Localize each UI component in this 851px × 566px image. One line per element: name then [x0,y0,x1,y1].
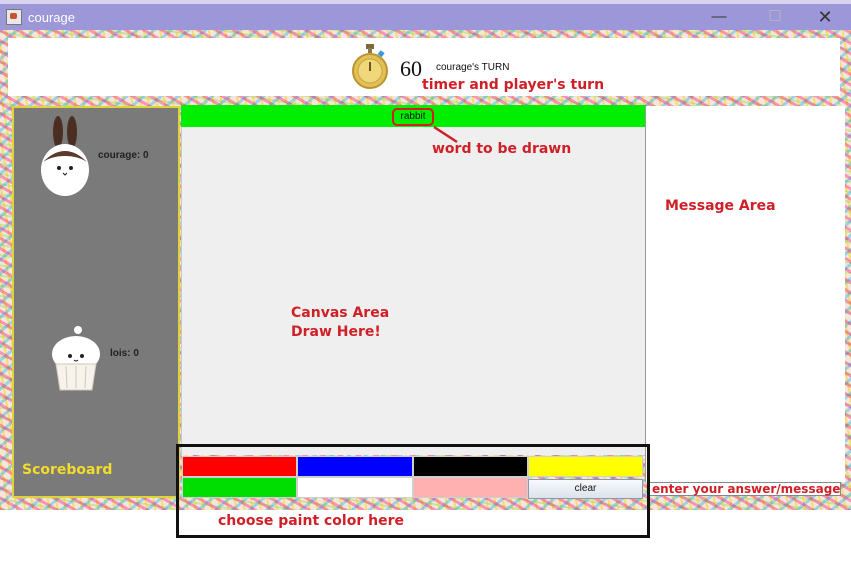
close-button[interactable]: ✕ [802,4,848,30]
word-to-draw: rabbit [392,108,434,126]
annotation-palette: choose paint color here [218,513,404,529]
rabbit-avatar [41,116,89,196]
maximize-button[interactable]: ☐ [752,4,798,30]
annotation-message-area: Message Area [665,198,776,214]
annotation-canvas-line1: Canvas Area [291,305,390,321]
scoreboard-panel: courage: 0 lois: 0 [12,106,180,498]
player-courage-score: courage: 0 [98,150,149,161]
annotation-word: word to be drawn [432,141,572,157]
annotation-scoreboard: Scoreboard [22,462,113,478]
annotation-canvas-line2: Draw Here! [291,324,381,340]
stopwatch-icon [352,44,388,89]
annotation-timer: timer and player's turn [422,77,605,93]
player-turn-text: courage's TURN [436,62,510,73]
minimize-button[interactable]: — [696,4,742,30]
player-lois-score: lois: 0 [110,348,139,359]
cupcake-avatar [52,326,100,391]
message-area [645,106,845,482]
window-title: courage [28,9,75,25]
java-app-icon [6,9,22,25]
annotation-answer: enter your answer/message [652,482,841,496]
drawing-canvas[interactable] [181,105,647,455]
timer-count: 60 [400,56,422,81]
window-titlebar[interactable]: courage — ☐ ✕ [0,4,851,30]
